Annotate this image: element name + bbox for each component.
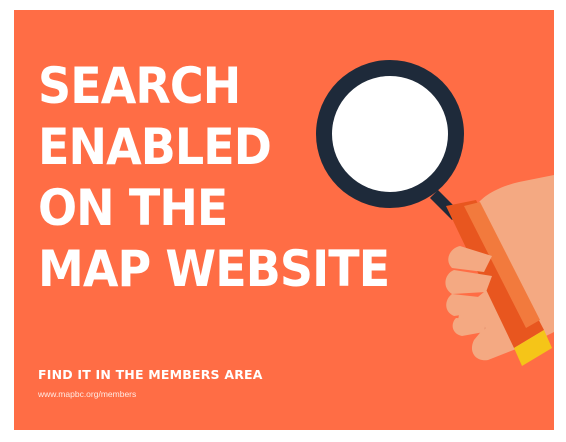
headline-line: MAP WEBSITE: [38, 240, 390, 298]
headline-line: SEARCH: [38, 57, 241, 115]
headline: SEARCH ENABLED ON THE MAP WEBSITE: [38, 56, 390, 300]
promo-card: SEARCH ENABLED ON THE MAP WEBSITE FIND I…: [14, 10, 554, 430]
headline-line: ENABLED: [38, 118, 272, 176]
headline-line: ON THE: [38, 179, 228, 237]
call-to-action: FIND IT IN THE MEMBERS AREA: [38, 367, 263, 382]
page: SEARCH ENABLED ON THE MAP WEBSITE FIND I…: [0, 0, 566, 442]
fingers: [445, 246, 492, 336]
website-url[interactable]: www.mapbc.org/members: [38, 389, 136, 399]
